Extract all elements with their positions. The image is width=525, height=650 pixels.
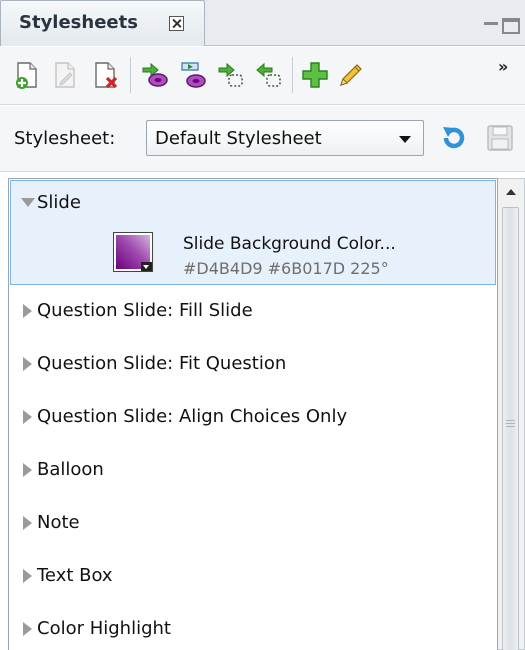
scrollbar-thumb[interactable] — [502, 207, 519, 650]
scroll-up-icon[interactable] — [506, 189, 516, 195]
grip-line — [506, 426, 515, 427]
tree-item-balloon[interactable]: Balloon — [9, 446, 497, 498]
toolbar-separator — [292, 57, 293, 93]
grip-line — [506, 423, 515, 424]
tree-item-label: Question Slide: Fill Slide — [37, 300, 253, 321]
collapse-triangle-icon[interactable] — [23, 357, 32, 371]
tree-item-color-highlight[interactable]: Color Highlight — [9, 605, 497, 650]
stylesheet-dropdown[interactable]: Default Stylesheet — [146, 120, 424, 156]
tree-item-label: Question Slide: Align Choices Only — [37, 406, 348, 427]
tree-item-label: Question Slide: Fit Question — [37, 353, 287, 374]
delete-document-icon[interactable] — [90, 60, 120, 90]
collapse-triangle-icon[interactable] — [23, 516, 32, 530]
property-value: #D4B4D9 #6B017D 225° — [183, 259, 389, 278]
background-color-swatch[interactable] — [113, 232, 153, 272]
toolbar-separator — [130, 57, 131, 93]
chevron-down-icon — [399, 136, 411, 143]
close-tab-icon[interactable] — [169, 16, 184, 31]
copy-style-in-icon[interactable] — [254, 60, 284, 90]
collapse-triangle-icon[interactable] — [23, 622, 32, 636]
pencil-icon[interactable] — [336, 60, 366, 90]
add-style-icon[interactable] — [300, 60, 330, 90]
tree-item-note[interactable]: Note — [9, 499, 497, 551]
panel-tabstrip: Stylesheets — [0, 0, 525, 46]
stylesheet-label: Stylesheet: — [14, 128, 116, 149]
collapse-triangle-icon[interactable] — [23, 463, 32, 477]
tree-item-label: Note — [37, 512, 80, 533]
import-style-icon[interactable] — [178, 60, 208, 90]
tree-item-label: Text Box — [37, 565, 113, 586]
save-icon[interactable] — [486, 124, 514, 152]
tree-item-label: Color Highlight — [37, 618, 171, 639]
tree-item-slide[interactable]: Slide — [9, 179, 497, 231]
tab-stylesheets[interactable]: Stylesheets — [0, 0, 205, 46]
grip-line — [506, 420, 515, 421]
tree-item-fill-slide[interactable]: Question Slide: Fill Slide — [9, 287, 497, 339]
revert-icon[interactable] — [440, 124, 468, 152]
expand-triangle-icon[interactable] — [21, 198, 35, 207]
tab-title: Stylesheets — [19, 12, 138, 33]
apply-style-icon[interactable] — [140, 60, 170, 90]
collapse-triangle-icon[interactable] — [23, 569, 32, 583]
tree-item-label: Balloon — [37, 459, 104, 480]
minimize-panel-icon[interactable] — [484, 22, 498, 25]
stylesheet-tree: Slide Slide Background Color... #D4B4D9 … — [8, 178, 498, 650]
tree-item-fit-question[interactable]: Question Slide: Fit Question — [9, 340, 497, 392]
stylesheet-selected-value: Default Stylesheet — [155, 128, 322, 149]
tree-item-label: Slide — [37, 192, 81, 213]
new-document-icon[interactable] — [12, 60, 42, 90]
tree-item-align-choices[interactable]: Question Slide: Align Choices Only — [9, 393, 497, 445]
vertical-scrollbar[interactable] — [498, 178, 525, 650]
edit-document-icon[interactable] — [50, 60, 80, 90]
collapse-triangle-icon[interactable] — [23, 304, 32, 318]
tree-item-text-box[interactable]: Text Box — [9, 552, 497, 604]
stylesheet-row: Stylesheet: Default Stylesheet — [0, 106, 525, 172]
maximize-panel-icon[interactable] — [502, 18, 520, 34]
dropdown-arrow-icon[interactable] — [141, 262, 152, 271]
copy-style-out-icon[interactable] — [216, 60, 246, 90]
toolbar-overflow-icon[interactable]: » — [498, 57, 508, 76]
collapse-triangle-icon[interactable] — [23, 410, 32, 424]
toolbar: » — [0, 47, 525, 105]
property-name[interactable]: Slide Background Color... — [183, 234, 396, 254]
